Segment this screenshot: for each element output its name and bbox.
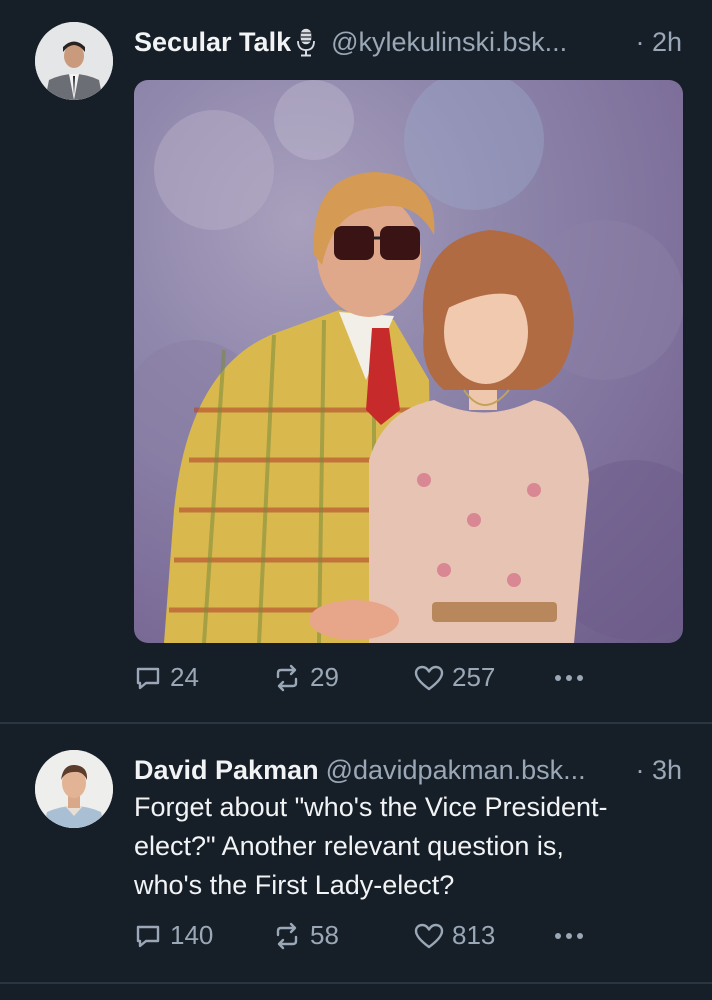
post-text-line: who's the First Lady-elect? <box>134 870 455 900</box>
portrait-illustration <box>134 80 683 643</box>
post-image[interactable] <box>134 80 683 643</box>
post-header: Secular Talk @kylekulinski.bsk... · 2h <box>134 22 682 62</box>
more-options-button[interactable] <box>552 920 596 948</box>
post-header: David Pakman @davidpakman.bsk... · 3h <box>134 750 682 790</box>
speech-bubble-icon <box>136 667 160 689</box>
author-handle[interactable]: @davidpakman.bsk... <box>326 755 586 786</box>
more-options-button[interactable] <box>552 662 596 690</box>
repost-count: 29 <box>310 662 339 692</box>
speech-bubble-icon <box>136 925 160 947</box>
repost-arrows-icon <box>276 922 298 949</box>
author-name[interactable]: Secular Talk <box>134 27 291 58</box>
microphone-icon <box>297 27 315 57</box>
repost-button[interactable]: 58 <box>272 920 339 951</box>
repost-arrows-icon <box>276 664 298 691</box>
ellipsis-icon <box>555 933 583 939</box>
repost-button[interactable]: 29 <box>272 662 339 693</box>
author-avatar[interactable] <box>35 22 113 100</box>
post-text-line: Forget about "who's the Vice President- <box>134 792 608 822</box>
reply-button[interactable]: 24 <box>134 662 199 693</box>
like-count: 257 <box>452 662 496 692</box>
reply-count: 24 <box>170 662 199 692</box>
post-text: Forget about "who's the Vice President- … <box>134 788 679 905</box>
repost-count: 58 <box>310 920 339 950</box>
avatar-image <box>35 750 113 828</box>
author-name[interactable]: David Pakman <box>134 755 319 786</box>
post-timestamp[interactable]: · 2h <box>635 27 682 58</box>
post-text-line: elect?" Another relevant question is, <box>134 831 564 861</box>
like-button[interactable]: 257 <box>414 662 495 693</box>
post-timestamp[interactable]: · 3h <box>635 755 682 786</box>
heart-outline-icon <box>414 665 444 690</box>
author-avatar[interactable] <box>35 750 113 828</box>
avatar-image <box>35 22 113 100</box>
like-count: 813 <box>452 920 496 950</box>
heart-outline-icon <box>414 923 444 948</box>
post-david-pakman[interactable]: David Pakman @davidpakman.bsk... · 3h Fo… <box>0 724 712 980</box>
author-handle[interactable]: @kylekulinski.bsk... <box>331 27 567 58</box>
reply-button[interactable]: 140 <box>134 920 213 951</box>
post-secular-talk[interactable]: Secular Talk @kylekulinski.bsk... · 2h 2… <box>0 0 712 722</box>
post-divider <box>0 982 712 984</box>
ellipsis-icon <box>555 675 583 681</box>
like-button[interactable]: 813 <box>414 920 495 951</box>
post-actions: 140 58 813 <box>134 920 694 954</box>
reply-count: 140 <box>170 920 214 950</box>
post-actions: 24 29 257 <box>134 662 694 696</box>
